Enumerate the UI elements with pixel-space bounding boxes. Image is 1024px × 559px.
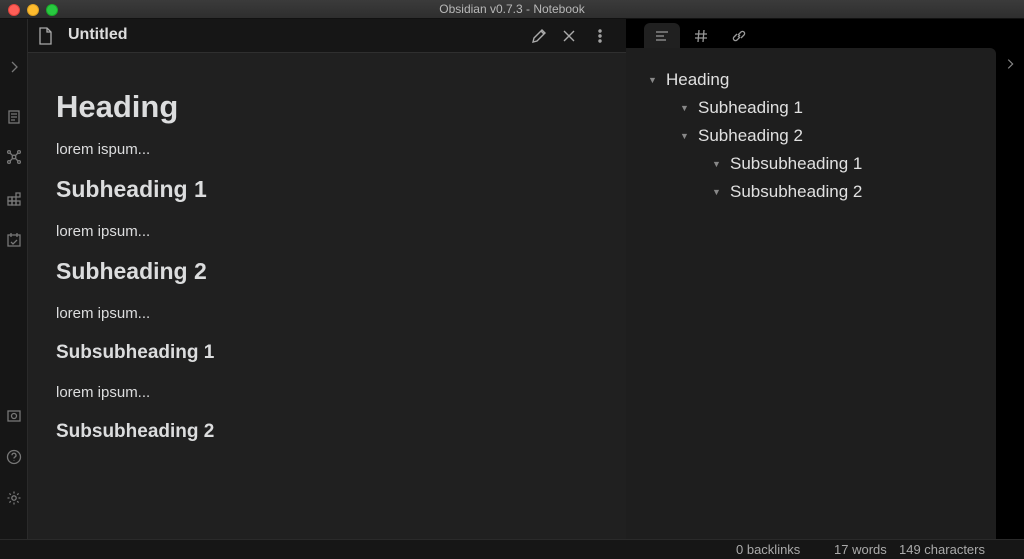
outline-icon [656,31,668,41]
edit-icon[interactable] [530,27,548,45]
note-heading-3: Subsubheading 1 [56,342,215,363]
right-sidebar: ▼ Heading ▼ Subheading 1 ▼ Subheading 2 ▼ Su… [626,19,1024,539]
note-heading-3: Subsubheading 2 [56,421,215,442]
backlinks-count: 0 backlinks [736,542,801,557]
chevron-down-icon[interactable]: ▼ [712,159,730,169]
chevron-down-icon[interactable]: ▼ [712,187,730,197]
editor-header: Untitled [28,19,626,53]
character-count: 149 characters [899,542,985,557]
tags-icon [695,29,707,43]
note-heading-2: Subheading 2 [56,258,207,284]
outline-item[interactable]: ▼ Subsubheading 2 [712,182,862,202]
sidebar-tabstrip [626,19,996,49]
paragraph: lorem ipsum... [56,305,151,322]
outline-item[interactable]: ▼ Heading [648,70,729,90]
vault-icon[interactable] [4,406,24,426]
daily-note-icon[interactable] [4,230,24,250]
more-options-icon[interactable] [591,27,609,45]
help-icon[interactable] [4,447,24,467]
title-bar: Obsidian v0.7.3 - Notebook [0,0,1024,19]
paragraph: lorem ipsum... [56,223,151,240]
backlinks-icon [732,30,746,42]
paragraph: lorem ipsum... [56,384,151,401]
close-icon[interactable] [560,27,578,45]
chevron-down-icon[interactable]: ▼ [680,131,698,141]
tab-tags[interactable] [683,23,719,49]
graph-view-icon[interactable] [4,147,24,167]
file-icon [37,27,53,50]
word-count: 17 words [834,542,887,557]
document-title[interactable]: Untitled [68,26,128,44]
outline-panel: ▼ Heading ▼ Subheading 1 ▼ Subheading 2 ▼ Su… [626,48,996,539]
outline-item[interactable]: ▼ Subheading 2 [680,126,803,146]
expand-sidebar-icon[interactable] [4,57,24,77]
open-file-icon[interactable] [4,107,24,127]
chevron-down-icon[interactable]: ▼ [680,103,698,113]
note-heading-2: Subheading 1 [56,176,207,202]
app-window: Obsidian v0.7.3 - Notebook Untitled Head… [0,0,1024,559]
editor-pane: Untitled Heading lorem ispum... Subheadi… [28,19,626,539]
window-title: Obsidian v0.7.3 - Notebook [439,2,585,16]
left-ribbon [0,19,28,539]
note-heading-1: Heading [56,89,179,124]
settings-icon[interactable] [4,488,24,508]
collapse-right-sidebar-icon[interactable] [1003,57,1019,73]
outline-item[interactable]: ▼ Subsubheading 1 [712,154,862,174]
chevron-down-icon[interactable]: ▼ [648,75,666,85]
outline-item[interactable]: ▼ Subheading 1 [680,98,803,118]
templates-icon[interactable] [4,189,24,209]
tab-outline[interactable] [644,23,680,49]
paragraph: lorem ispum... [56,141,151,158]
tab-backlinks[interactable] [721,23,757,49]
status-bar: 0 backlinks 17 words 149 characters [0,539,1024,559]
